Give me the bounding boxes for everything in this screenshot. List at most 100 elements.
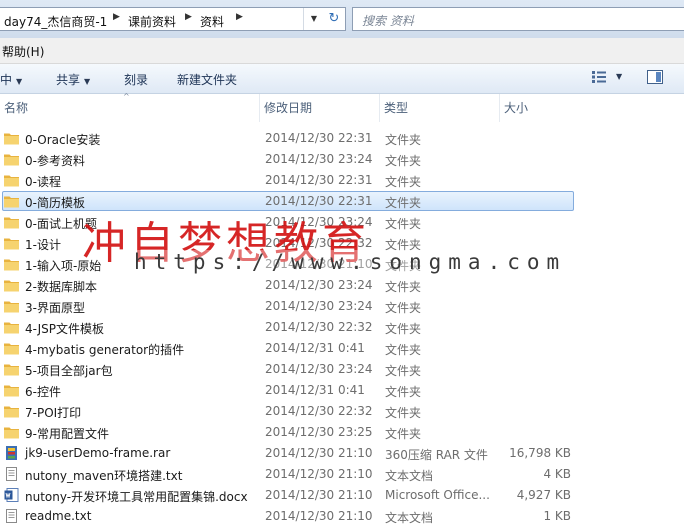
- file-name: nutony_maven环境搭建.txt: [25, 469, 183, 483]
- view-chevron-down-icon[interactable]: ▼: [616, 72, 622, 81]
- file-row[interactable]: readme.txt 2014/12/30 21:10 文本文档 1 KB: [0, 506, 684, 527]
- file-type: 文件夹: [385, 301, 422, 315]
- menu-bar: 帮助(H): [0, 38, 684, 64]
- folder-icon: [4, 154, 19, 166]
- file-row[interactable]: 9-常用配置文件 2014/12/30 23:25 文件夹: [0, 422, 684, 443]
- breadcrumb-separator-icon[interactable]: ▶: [236, 12, 243, 22]
- file-modified: 2014/12/30 23:24: [265, 278, 373, 292]
- breadcrumb-materials[interactable]: 资料: [200, 13, 224, 30]
- file-name: 9-常用配置文件: [25, 427, 109, 441]
- file-name: readme.txt: [25, 509, 92, 523]
- watermark-url-text: https://www.songma.com: [134, 250, 567, 274]
- file-row[interactable]: 6-控件 2014/12/31 0:41 文件夹: [0, 380, 684, 401]
- file-name: jk9-userDemo-frame.rar: [25, 446, 171, 460]
- address-bar[interactable]: day74_杰信商贸-1 ▶ 课前资料 ▶ 资料 ▶ ▼ ↻: [0, 7, 346, 31]
- file-type: 文件夹: [385, 322, 422, 336]
- folder-icon: [4, 427, 19, 439]
- organize-button[interactable]: 中 ▼: [0, 71, 22, 88]
- column-header-row: ^ 名称 修改日期 类型 大小: [0, 92, 684, 122]
- file-size: 1 KB: [543, 509, 571, 523]
- folder-icon: [4, 406, 19, 418]
- file-modified: 2014/12/30 23:24: [265, 299, 373, 313]
- breadcrumb-separator-icon[interactable]: ▶: [113, 12, 120, 22]
- command-bar: 中 ▼ 共享 ▼ 刻录 新建文件夹 ▼: [0, 64, 684, 94]
- folder-icon: [4, 343, 19, 355]
- file-name: 0-Oracle安装: [25, 133, 101, 147]
- file-modified: 2014/12/30 21:10: [265, 509, 373, 523]
- file-type: 文本文档: [385, 469, 434, 483]
- file-type: 文件夹: [385, 280, 422, 294]
- file-row[interactable]: 5-项目全部jar包 2014/12/30 23:24 文件夹: [0, 359, 684, 380]
- file-modified: 2014/12/30 23:24: [265, 362, 373, 376]
- file-name: 0-参考资料: [25, 154, 85, 168]
- file-row[interactable]: 4-mybatis generator的插件 2014/12/31 0:41 文件夹: [0, 338, 684, 359]
- folder-icon: [4, 385, 19, 397]
- folder-icon: [4, 175, 19, 187]
- file-modified: 2014/12/30 22:31: [265, 173, 373, 187]
- file-type: 文件夹: [385, 385, 422, 399]
- file-type: 文件夹: [385, 427, 422, 441]
- file-row[interactable]: nutony-开发环境工具常用配置集锦.docx 2014/12/30 21:10…: [0, 485, 684, 506]
- file-name: 0-读程: [25, 175, 61, 189]
- breadcrumb-separator-icon[interactable]: ▶: [185, 12, 192, 22]
- text-file-icon: [6, 509, 17, 523]
- chevron-down-icon: ▼: [84, 77, 91, 86]
- file-row[interactable]: nutony_maven环境搭建.txt 2014/12/30 21:10 文本文档…: [0, 464, 684, 485]
- column-header-name[interactable]: 名称: [0, 94, 260, 122]
- word-doc-icon: [4, 488, 19, 502]
- view-options-icon[interactable]: [592, 71, 606, 83]
- file-type: 文本文档: [385, 511, 434, 525]
- file-modified: 2014/12/30 22:31: [265, 194, 373, 208]
- file-modified: 2014/12/30 22:32: [265, 320, 373, 334]
- file-row[interactable]: 0-读程 2014/12/30 22:31 文件夹: [0, 170, 684, 191]
- column-header-type[interactable]: 类型: [380, 94, 500, 122]
- rar-archive-icon: [6, 446, 17, 460]
- menu-help[interactable]: 帮助(H): [2, 43, 44, 60]
- file-row[interactable]: 7-POI打印 2014/12/30 22:32 文件夹: [0, 401, 684, 422]
- file-type: 360压缩 RAR 文件: [385, 448, 488, 462]
- file-name: 7-POI打印: [25, 406, 82, 420]
- column-header-modified[interactable]: 修改日期: [260, 94, 380, 122]
- file-modified: 2014/12/30 21:10: [265, 467, 373, 481]
- file-modified: 2014/12/30 21:10: [265, 488, 373, 502]
- file-row[interactable]: 0-参考资料 2014/12/30 23:24 文件夹: [0, 149, 684, 170]
- file-size: 16,798 KB: [509, 446, 571, 460]
- folder-icon: [4, 259, 19, 271]
- refresh-icon[interactable]: ↻: [324, 8, 344, 30]
- new-folder-button[interactable]: 新建文件夹: [177, 71, 237, 88]
- address-history-chevron-down-icon[interactable]: ▼: [303, 8, 324, 30]
- address-row: day74_杰信商贸-1 ▶ 课前资料 ▶ 资料 ▶ ▼ ↻ 搜索 资料: [0, 0, 684, 38]
- file-row[interactable]: 0-Oracle安装 2014/12/30 22:31 文件夹: [0, 128, 684, 149]
- file-row[interactable]: jk9-userDemo-frame.rar 2014/12/30 21:10 36…: [0, 443, 684, 464]
- file-name: 3-界面原型: [25, 301, 85, 315]
- file-name: 1-设计: [25, 238, 61, 252]
- file-row[interactable]: 2-数据库脚本 2014/12/30 23:24 文件夹: [0, 275, 684, 296]
- file-row[interactable]: 4-JSP文件模板 2014/12/30 22:32 文件夹: [0, 317, 684, 338]
- file-name: 4-mybatis generator的插件: [25, 343, 185, 357]
- file-type: 文件夹: [385, 175, 422, 189]
- file-type: 文件夹: [385, 364, 422, 378]
- file-name: 6-控件: [25, 385, 61, 399]
- folder-icon: [4, 301, 19, 313]
- file-row[interactable]: 3-界面原型 2014/12/30 23:24 文件夹: [0, 296, 684, 317]
- column-header-size[interactable]: 大小: [500, 94, 684, 122]
- breadcrumb-day74[interactable]: day74_杰信商贸-1: [4, 13, 107, 30]
- file-row[interactable]: 0-简历模板 2014/12/30 22:31 文件夹: [0, 191, 684, 212]
- folder-icon: [4, 280, 19, 292]
- share-button[interactable]: 共享 ▼: [56, 71, 90, 88]
- search-input[interactable]: 搜索 资料: [352, 7, 684, 31]
- file-name: 4-JSP文件模板: [25, 322, 105, 336]
- file-name: 2-数据库脚本: [25, 280, 97, 294]
- file-type: 文件夹: [385, 133, 422, 147]
- chevron-down-icon: ▼: [16, 77, 23, 86]
- breadcrumb-course-materials[interactable]: 课前资料: [128, 13, 176, 30]
- search-placeholder: 搜索 资料: [362, 14, 414, 28]
- file-size: 4 KB: [543, 467, 571, 481]
- file-type: 文件夹: [385, 217, 422, 231]
- preview-pane-icon[interactable]: [647, 70, 663, 84]
- burn-button[interactable]: 刻录: [124, 71, 148, 88]
- file-type: 文件夹: [385, 154, 422, 168]
- file-modified: 2014/12/30 23:25: [265, 425, 373, 439]
- folder-icon: [4, 322, 19, 334]
- file-name: 5-项目全部jar包: [25, 364, 113, 378]
